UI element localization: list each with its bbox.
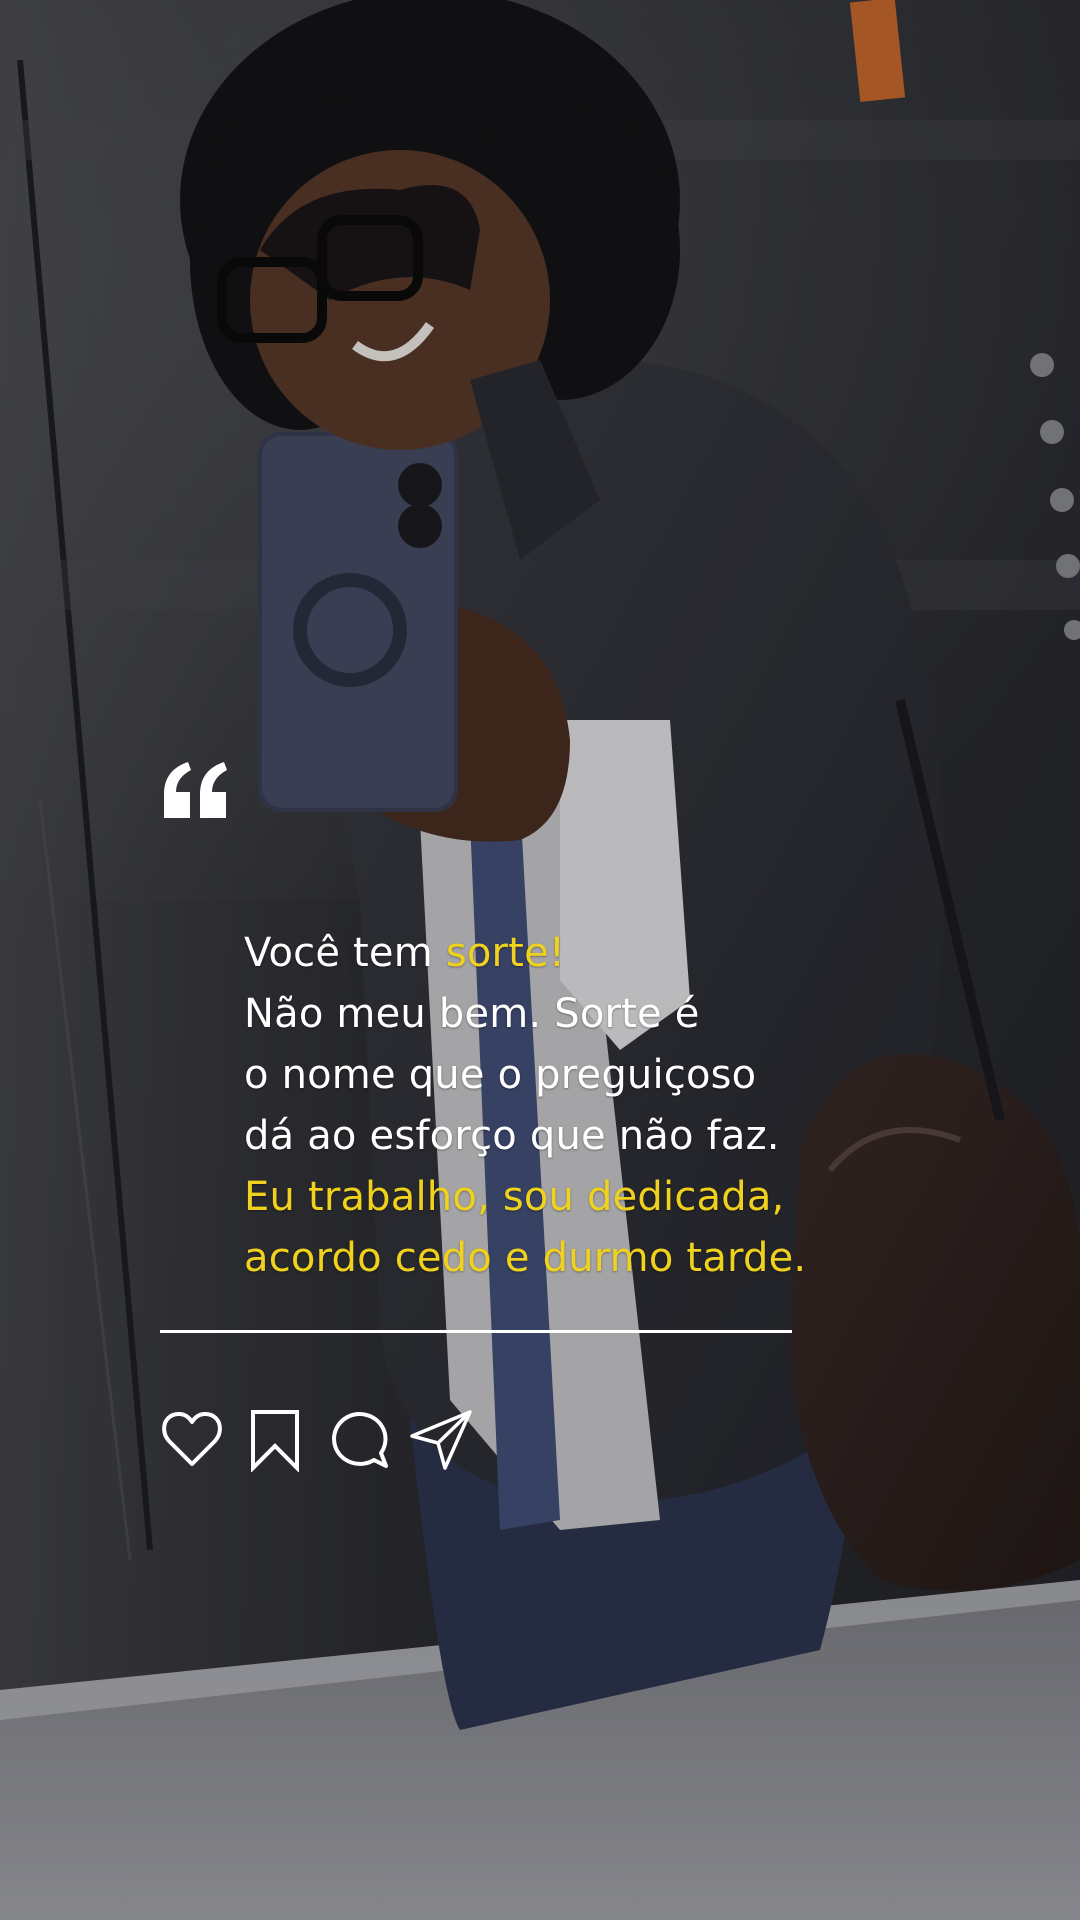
save-button[interactable] (243, 1408, 307, 1472)
send-icon (410, 1410, 472, 1470)
post-actions (160, 1408, 492, 1472)
like-button[interactable] (160, 1408, 224, 1472)
heart-icon (162, 1412, 222, 1466)
story-post: Você tem sorte! Não meu bem. Sorte é o n… (0, 0, 1080, 1920)
quote-text: Você tem sorte! Não meu bem. Sorte é o n… (244, 923, 944, 1289)
quote-line-5: Eu trabalho, sou dedicada, (244, 1174, 785, 1220)
quote-line-4: dá ao esforço que não faz. (244, 1113, 780, 1159)
quote-text-segment: Você tem (244, 930, 446, 976)
quote-line-3: o nome que o preguiçoso (244, 1052, 757, 1098)
quote-line-2: Não meu bem. Sorte é (244, 991, 700, 1037)
comment-icon (332, 1411, 388, 1468)
quote-mark-icon (164, 762, 227, 818)
bookmark-icon (251, 1410, 299, 1472)
quote-line-6: acordo cedo e durmo tarde. (244, 1235, 807, 1281)
quote-highlight: sorte! (445, 930, 566, 976)
quote-line-1: Você tem sorte! (244, 923, 944, 984)
share-button[interactable] (409, 1408, 473, 1472)
comment-button[interactable] (326, 1408, 390, 1472)
divider (160, 1330, 792, 1333)
